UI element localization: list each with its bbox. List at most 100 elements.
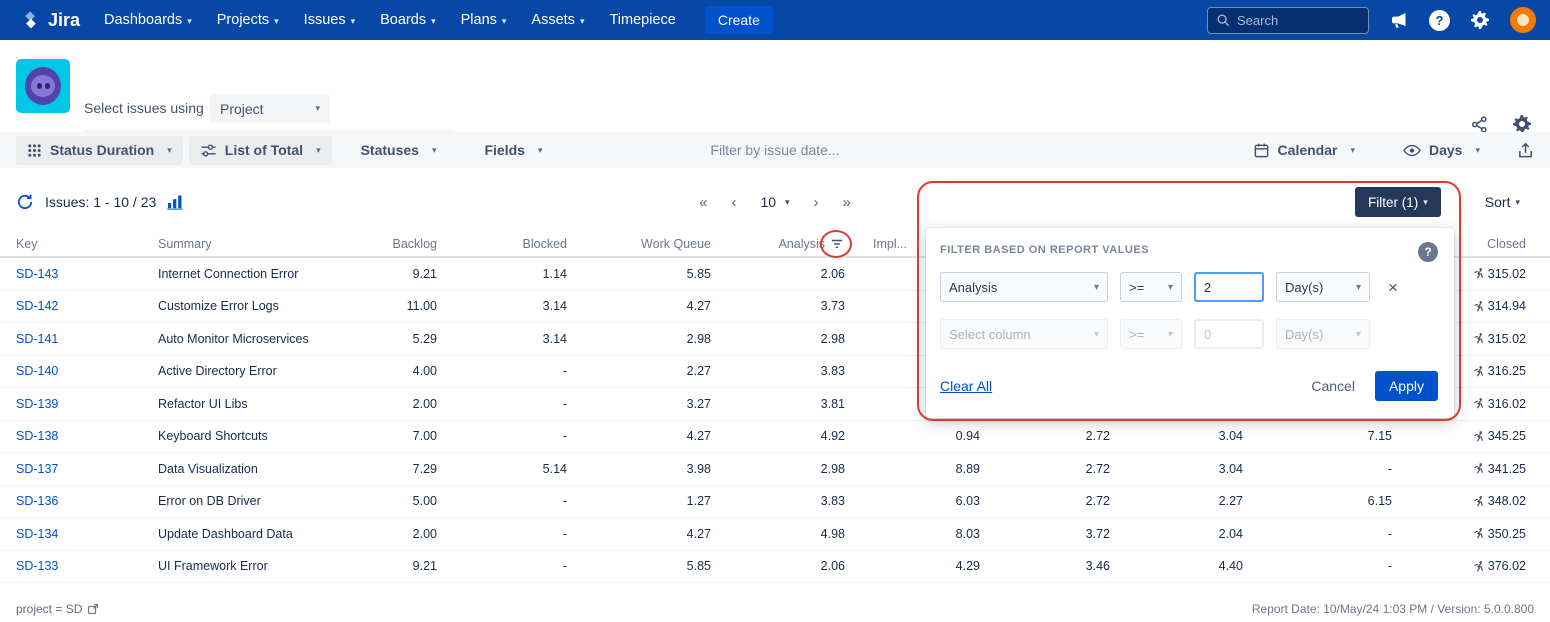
announcements-icon[interactable]: [1389, 10, 1409, 30]
table-row[interactable]: SD-138 Keyboard Shortcuts 7.00 - 4.27 4.…: [0, 421, 1550, 454]
closed-cell: 345.25: [1392, 429, 1526, 443]
column-header-key[interactable]: Key: [16, 237, 158, 251]
issue-key-link[interactable]: SD-140: [16, 364, 58, 378]
filter-operator-select-empty[interactable]: >=▾: [1120, 319, 1182, 349]
column-header-blocked[interactable]: Blocked: [437, 237, 567, 251]
issue-key-link[interactable]: SD-139: [16, 397, 58, 411]
duration-cell: 4.27: [567, 299, 711, 313]
column-header-work-queue[interactable]: Work Queue: [567, 237, 711, 251]
sort-button[interactable]: Sort▾: [1485, 194, 1520, 210]
first-page-icon[interactable]: «: [699, 194, 707, 211]
chevron-down-icon: ▾: [538, 145, 543, 156]
duration-cell: 3.14: [437, 299, 567, 313]
view-mode-button[interactable]: List of Total▾: [189, 136, 332, 165]
create-button[interactable]: Create: [705, 6, 773, 34]
filter-value-input-empty[interactable]: [1194, 319, 1264, 349]
calendar-icon: [1253, 142, 1270, 159]
duration-cell: -: [437, 494, 567, 508]
filter-value-input[interactable]: [1194, 272, 1264, 302]
issue-key-link[interactable]: SD-133: [16, 559, 58, 573]
nav-item-projects[interactable]: Projects▾: [217, 12, 279, 28]
resolution-runner-icon: [1473, 560, 1485, 573]
nav-item-boards[interactable]: Boards▾: [380, 12, 435, 28]
cancel-button[interactable]: Cancel: [1311, 378, 1355, 394]
last-page-icon[interactable]: »: [843, 194, 851, 211]
nav-item-timepiece[interactable]: Timepiece: [609, 12, 675, 28]
report-type-button[interactable]: Status Duration▾: [16, 136, 183, 165]
issue-key-link[interactable]: SD-141: [16, 332, 58, 346]
report-footer: project = SD Report Date: 10/May/24 1:03…: [0, 596, 1550, 622]
chart-view-icon[interactable]: [167, 194, 186, 210]
issue-key-link[interactable]: SD-138: [16, 429, 58, 443]
filter-column-select-empty[interactable]: Select column▾: [940, 319, 1108, 349]
export-icon[interactable]: [1517, 142, 1534, 159]
duration-cell: 9.21: [383, 267, 437, 281]
previous-page-icon[interactable]: ‹: [731, 194, 736, 211]
unit-button[interactable]: Days▾: [1392, 136, 1491, 165]
date-filter-input[interactable]: Filter by issue date...: [710, 142, 839, 158]
issue-key-link[interactable]: SD-143: [16, 267, 58, 281]
issue-key-link[interactable]: SD-136: [16, 494, 58, 508]
gear-icon[interactable]: [1470, 10, 1490, 30]
column-header-backlog[interactable]: Backlog: [383, 237, 437, 251]
select-issues-label: Select issues using: [84, 100, 204, 116]
issue-key-link[interactable]: SD-137: [16, 462, 58, 476]
remove-filter-icon[interactable]: ×: [1388, 279, 1398, 296]
column-header-summary[interactable]: Summary: [158, 237, 383, 251]
chevron-down-icon: ▾: [1356, 329, 1361, 340]
resolution-runner-icon: [1473, 527, 1485, 540]
refresh-icon[interactable]: [16, 193, 34, 211]
chevron-down-icon: ▾: [1168, 282, 1173, 293]
filter-column-select[interactable]: Analysis▾: [940, 272, 1108, 302]
share-icon[interactable]: [1470, 115, 1489, 134]
filter-help-icon[interactable]: ?: [1418, 242, 1438, 262]
next-page-icon[interactable]: ›: [814, 194, 819, 211]
grid-icon: [27, 143, 42, 158]
chevron-down-icon: ▾: [167, 145, 172, 156]
chevron-down-icon: ▾: [316, 145, 321, 156]
search-icon: [1216, 13, 1230, 27]
nav-item-dashboards[interactable]: Dashboards▾: [104, 12, 192, 28]
duration-cell: 5.00: [383, 494, 437, 508]
scope-select[interactable]: Project▾: [210, 94, 330, 123]
filter-unit-select-empty[interactable]: Day(s)▾: [1276, 319, 1370, 349]
nav-item-assets[interactable]: Assets▾: [531, 12, 584, 28]
closed-value: 314.94: [1488, 299, 1526, 313]
filter-button[interactable]: Filter (1)▾: [1355, 187, 1441, 217]
fields-button[interactable]: Fields▾: [473, 136, 553, 165]
filter-operator-select[interactable]: >=▾: [1120, 272, 1182, 302]
duration-cell: 2.98: [567, 332, 711, 346]
duration-cell: 5.14: [437, 462, 567, 476]
table-row[interactable]: SD-134 Update Dashboard Data 2.00 - 4.27…: [0, 518, 1550, 551]
nav-item-issues[interactable]: Issues▾: [304, 12, 355, 28]
nav-item-plans[interactable]: Plans▾: [461, 12, 507, 28]
column-filter-icon[interactable]: [828, 236, 845, 253]
user-avatar[interactable]: [1510, 7, 1536, 33]
apply-button[interactable]: Apply: [1375, 371, 1438, 401]
table-row[interactable]: SD-136 Error on DB Driver 5.00 - 1.27 3.…: [0, 486, 1550, 519]
external-link-icon[interactable]: [87, 603, 99, 615]
calendar-button[interactable]: Calendar▾: [1242, 136, 1366, 165]
duration-cell: 8.03: [845, 527, 980, 541]
duration-cell: -: [437, 429, 567, 443]
duration-cell: 2.00: [383, 397, 437, 411]
jira-logo[interactable]: Jira: [20, 10, 80, 31]
duration-cell: -: [437, 364, 567, 378]
column-header-analysis[interactable]: Analysis: [711, 236, 845, 253]
search-input[interactable]: [1237, 13, 1360, 28]
issue-key-link[interactable]: SD-142: [16, 299, 58, 313]
global-search[interactable]: [1207, 7, 1369, 34]
statuses-button[interactable]: Statuses▾: [350, 136, 448, 165]
settings-gear-icon[interactable]: [1512, 114, 1532, 134]
issue-key-link[interactable]: SD-134: [16, 527, 58, 541]
closed-cell: 341.25: [1392, 462, 1526, 476]
clear-all-link[interactable]: Clear All: [940, 378, 992, 394]
table-row[interactable]: SD-137 Data Visualization 7.29 5.14 3.98…: [0, 453, 1550, 486]
page-size-select[interactable]: 10▾: [760, 194, 789, 210]
duration-cell: 2.98: [711, 332, 845, 346]
table-row[interactable]: SD-133 UI Framework Error 9.21 - 5.85 2.…: [0, 551, 1550, 584]
help-icon[interactable]: ?: [1429, 10, 1450, 31]
chevron-down-icon: ▾: [1356, 282, 1361, 293]
filter-unit-select[interactable]: Day(s)▾: [1276, 272, 1370, 302]
duration-cell: 4.92: [711, 429, 845, 443]
